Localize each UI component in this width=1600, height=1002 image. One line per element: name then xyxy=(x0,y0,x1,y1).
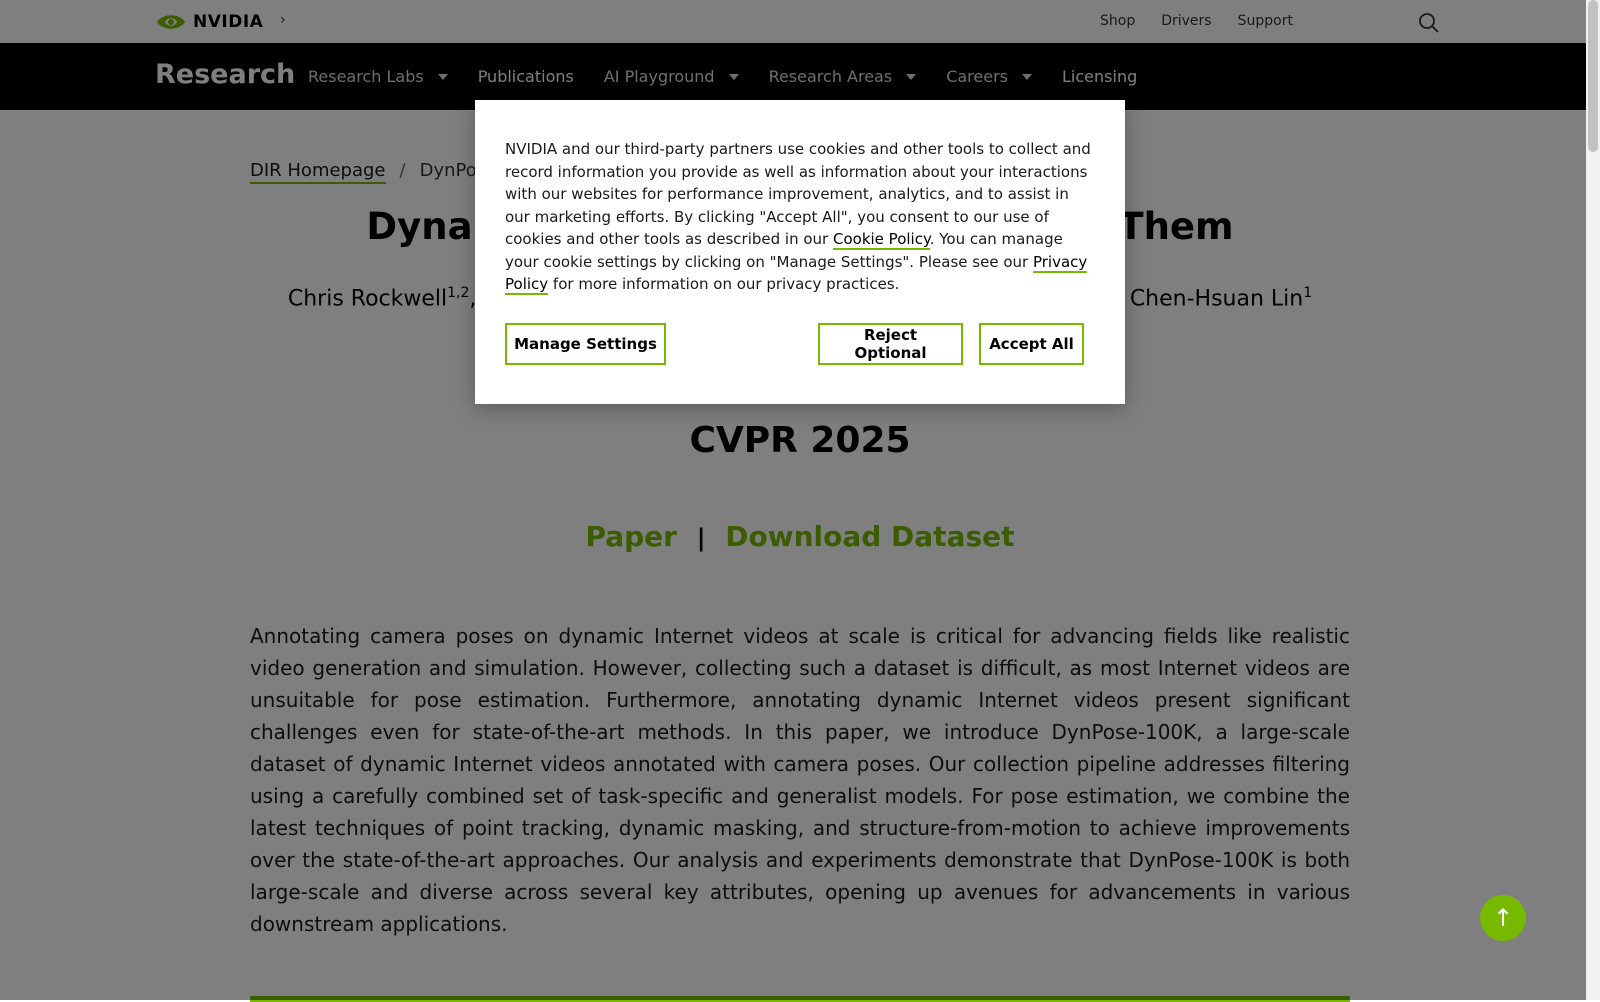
scrollbar-thumb[interactable] xyxy=(1588,0,1598,152)
cookie-policy-link[interactable]: Cookie Policy xyxy=(833,230,930,250)
accept-all-button[interactable]: Accept All xyxy=(979,323,1084,365)
page-scrollbar[interactable] xyxy=(1586,0,1600,1000)
cookie-message: NVIDIA and our third-party partners use … xyxy=(505,138,1095,296)
arrow-up-icon: ↑ xyxy=(1492,904,1514,932)
manage-settings-button[interactable]: Manage Settings xyxy=(505,323,666,365)
cookie-consent-dialog: NVIDIA and our third-party partners use … xyxy=(475,100,1125,404)
back-to-top-button[interactable]: ↑ xyxy=(1480,895,1526,941)
cookie-text-part: for more information on our privacy prac… xyxy=(548,275,900,293)
reject-optional-button[interactable]: Reject Optional xyxy=(818,323,963,365)
